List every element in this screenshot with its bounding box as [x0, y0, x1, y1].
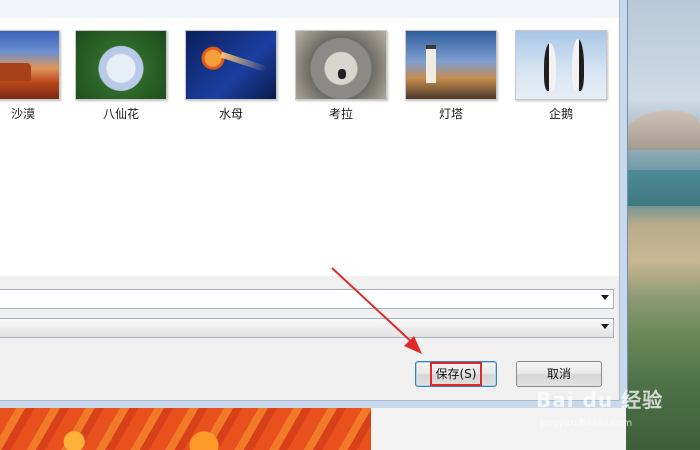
hydrangea-image: [75, 30, 167, 100]
save-type-select[interactable]: [0, 318, 614, 338]
save-dialog: 沙漠 八仙花 水母 考拉 灯塔 企鹅 保存(S) 取消: [0, 0, 628, 408]
wallpaper-lake: [626, 170, 700, 206]
thumbnail-label: 考拉: [328, 107, 353, 121]
thumbnail-item-jellyfish[interactable]: 水母: [185, 30, 277, 122]
thumbnail-item-hydrangea[interactable]: 八仙花: [75, 30, 167, 122]
baidu-watermark-url: jingyan.baidu.com: [540, 418, 633, 429]
chevron-down-icon[interactable]: [601, 295, 609, 300]
save-button-highlight: [430, 362, 482, 386]
thumbnail-label: 沙漠: [10, 107, 35, 121]
thumbnail-item-penguins[interactable]: 企鹅: [515, 30, 607, 122]
penguins-image: [515, 30, 607, 100]
chevron-down-icon[interactable]: [601, 324, 609, 329]
desktop-wallpaper: [626, 0, 700, 450]
dialog-toolbar-edge: [0, 0, 619, 19]
background-flower-image: [0, 408, 371, 450]
thumbnail-item-lighthouse[interactable]: 灯塔: [405, 30, 497, 122]
thumbnail-item-desert[interactable]: 沙漠: [0, 30, 60, 122]
dialog-body: 沙漠 八仙花 水母 考拉 灯塔 企鹅 保存(S) 取消: [0, 0, 620, 401]
background-window: [371, 408, 626, 450]
thumbnail-label: 企鹅: [548, 107, 573, 121]
baidu-watermark: Bai du 经验: [536, 388, 664, 412]
thumbnail-label: 八仙花: [102, 107, 139, 121]
desert-image: [0, 30, 60, 100]
koala-image: [295, 30, 387, 100]
file-list-pane[interactable]: 沙漠 八仙花 水母 考拉 灯塔 企鹅: [0, 18, 619, 276]
wallpaper-mountain: [626, 110, 700, 150]
filename-combobox[interactable]: [0, 289, 614, 309]
jellyfish-image: [185, 30, 277, 100]
thumbnail-item-koala[interactable]: 考拉: [295, 30, 387, 122]
thumbnail-label: 水母: [218, 107, 243, 121]
thumbnail-label: 灯塔: [438, 107, 463, 121]
lighthouse-image: [405, 30, 497, 100]
